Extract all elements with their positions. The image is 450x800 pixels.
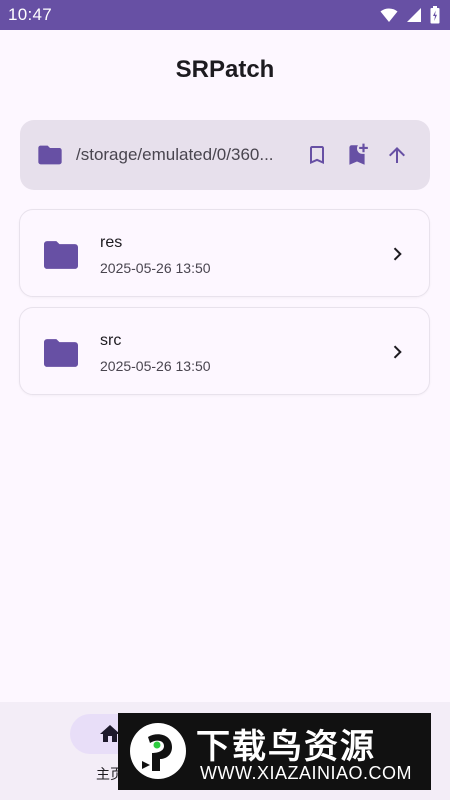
status-time: 10:47 (8, 5, 53, 24)
chevron-right-icon (393, 345, 402, 359)
bird-logo-icon (130, 723, 186, 779)
path-bar[interactable]: /storage/emulated/0/360... (20, 120, 430, 190)
add-bookmark-button[interactable] (342, 140, 372, 170)
folder-icon (44, 241, 78, 269)
watermark-url: WWW.XIAZAINIAO.COM (200, 763, 412, 783)
bookmark-icon (310, 146, 324, 164)
arrow-up-icon (389, 147, 405, 163)
folder-icon (38, 145, 62, 165)
current-path[interactable]: /storage/emulated/0/360... (76, 145, 292, 165)
bookmark-button[interactable] (302, 140, 332, 170)
path-actions (302, 140, 412, 170)
folder-icon (44, 339, 78, 367)
cellular-signal-icon (407, 8, 421, 22)
file-date: 2025-05-26 13:50 (100, 358, 211, 374)
file-date: 2025-05-26 13:50 (100, 260, 211, 276)
watermark-title: 下载鸟资源 (196, 727, 376, 767)
battery-icon (430, 6, 440, 24)
file-list-item[interactable]: src 2025-05-26 13:50 (19, 307, 430, 395)
file-list-item[interactable]: res 2025-05-26 13:50 (19, 209, 430, 297)
watermark-banner: 下载鸟资源 WWW.XIAZAINIAO.COM (118, 713, 431, 790)
file-name: src (100, 332, 122, 349)
bookmark-add-icon (349, 143, 368, 165)
file-name: res (100, 234, 123, 251)
parent-directory-button[interactable] (382, 140, 412, 170)
status-bar: 10:47 (0, 0, 450, 30)
wifi-icon (380, 8, 398, 22)
app-title: SRPatch (175, 56, 275, 83)
chevron-right-icon (393, 247, 402, 261)
status-icons (380, 6, 440, 24)
